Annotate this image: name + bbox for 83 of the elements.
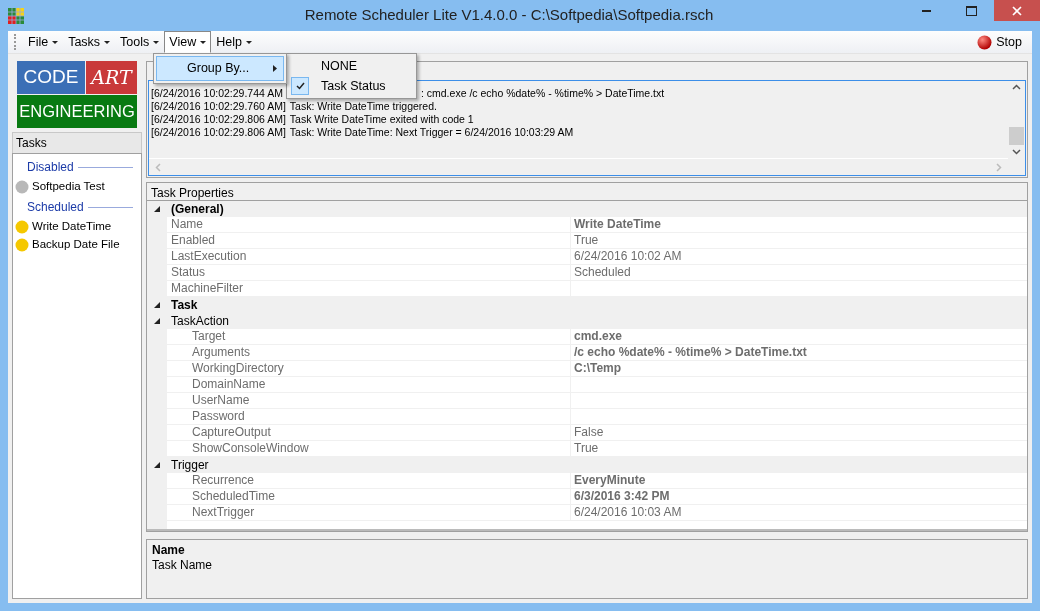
expanded-icon[interactable]: [153, 461, 161, 469]
caret-icon: [200, 40, 207, 44]
window-title: Remote Scheduler Lite V1.4.0.0 - C:\Softpedia\Softpedia.rsch: [303, 5, 715, 26]
panel-tab[interactable]: Tasks: [12, 132, 142, 153]
property-name: Arguments: [167, 345, 571, 361]
group-header: Scheduled: [27, 199, 84, 216]
property-value[interactable]: /c echo %date% - %time% > DateTime.txt: [571, 345, 1027, 361]
caret-icon: [153, 40, 160, 44]
menu-entry[interactable]: Group By...: [156, 56, 284, 81]
caret-icon: [52, 40, 59, 44]
horizontal-scrollbar[interactable]: [149, 158, 1008, 175]
property-name: UserName: [167, 393, 571, 409]
category-label: Trigger: [171, 458, 209, 472]
property-value[interactable]: EveryMinute: [571, 473, 1027, 489]
category-label: (General): [171, 202, 224, 216]
property-value[interactable]: 6/24/2016 10:03 AM: [571, 505, 1027, 521]
close-icon: [1012, 5, 1022, 16]
property-name: Target: [167, 329, 571, 345]
task-item[interactable]: Softpedia Test: [15, 178, 139, 196]
category-label: Task: [171, 298, 198, 312]
property-name: Status: [167, 265, 571, 281]
caret-icon: [104, 40, 111, 44]
log-message: : cmd.exe /c echo %date% - %time% > DateTime.txt: [420, 87, 665, 99]
scroll-down-icon: [1012, 149, 1021, 155]
expanded-icon[interactable]: [153, 301, 161, 309]
property-name: Password: [167, 409, 571, 425]
log-timestamp: [6/24/2016 10:02:29.744 AM: [151, 87, 283, 99]
log-timestamp: [6/24/2016 10:02:29.806 AM]: [151, 113, 286, 125]
stop-icon: [977, 34, 993, 50]
property-value[interactable]: cmd.exe: [571, 329, 1027, 345]
category-label: TaskAction: [171, 314, 230, 328]
logo-word: ENGINEERING: [17, 95, 137, 128]
menu-item[interactable]: Help: [211, 31, 257, 53]
description-title: Name: [152, 543, 186, 558]
caret-icon: [245, 40, 252, 44]
status-dot: [15, 180, 29, 194]
menu-item[interactable]: Tools: [115, 31, 165, 53]
property-name: NextTrigger: [167, 505, 571, 521]
property-name: DomainName: [167, 377, 571, 393]
property-name: CaptureOutput: [167, 425, 571, 441]
status-dot: [15, 220, 29, 234]
property-name: LastExecution: [167, 249, 571, 265]
log-timestamp: [6/24/2016 10:02:29.806 AM]: [151, 126, 286, 138]
property-value[interactable]: Scheduled: [571, 265, 1027, 281]
expanded-icon[interactable]: [153, 205, 161, 213]
group-header: Disabled: [27, 159, 74, 176]
check-icon: [295, 82, 305, 90]
logo-word: ART: [86, 61, 137, 94]
property-value[interactable]: 6/3/2016 3:42 PM: [571, 489, 1027, 505]
scroll-up-icon: [1012, 84, 1021, 90]
property-name: Name: [167, 217, 571, 233]
property-value[interactable]: False: [571, 425, 1027, 441]
description-text: Task Name: [152, 558, 214, 573]
log-timestamp: [6/24/2016 10:02:29.760 AM]: [151, 100, 286, 112]
property-name: ScheduledTime: [167, 489, 571, 505]
menu-item[interactable]: Tasks: [63, 31, 116, 53]
task-item[interactable]: Write DateTime: [15, 218, 139, 236]
log-message: Task: Write DateTime triggered.: [289, 100, 437, 112]
app-icon: [8, 7, 24, 24]
task-item[interactable]: Backup Date File: [15, 236, 139, 254]
menu-entry[interactable]: NONE: [289, 56, 414, 76]
maximize-icon: [966, 5, 977, 16]
property-name: WorkingDirectory: [167, 361, 571, 377]
menu-item[interactable]: File: [23, 31, 64, 53]
property-name: Recurrence: [167, 473, 571, 489]
property-value[interactable]: Write DateTime: [571, 217, 1027, 233]
expanded-icon[interactable]: [153, 317, 161, 325]
logo-word: CODE: [17, 61, 85, 94]
minimize-icon: [922, 9, 931, 12]
menu-entry[interactable]: Task Status: [289, 76, 414, 96]
property-value[interactable]: C:\Temp: [571, 361, 1027, 377]
status-dot: [15, 238, 29, 252]
property-name: Enabled: [167, 233, 571, 249]
log-message: Task Write DateTime exited with code 1: [289, 113, 474, 125]
scroll-thumb[interactable]: [1009, 127, 1024, 145]
property-value[interactable]: True: [571, 233, 1027, 249]
menu-item[interactable]: View: [164, 31, 212, 53]
submenu-arrow-icon: [273, 64, 277, 72]
scroll-left-icon: [155, 162, 161, 172]
stop-button[interactable]: Stop: [971, 31, 1028, 53]
property-value[interactable]: 6/24/2016 10:02 AM: [571, 249, 1027, 265]
scroll-right-icon: [996, 162, 1002, 172]
log-message: Task: Write DateTime: Next Trigger = 6/24/2016 10:03:29 AM: [289, 126, 574, 138]
